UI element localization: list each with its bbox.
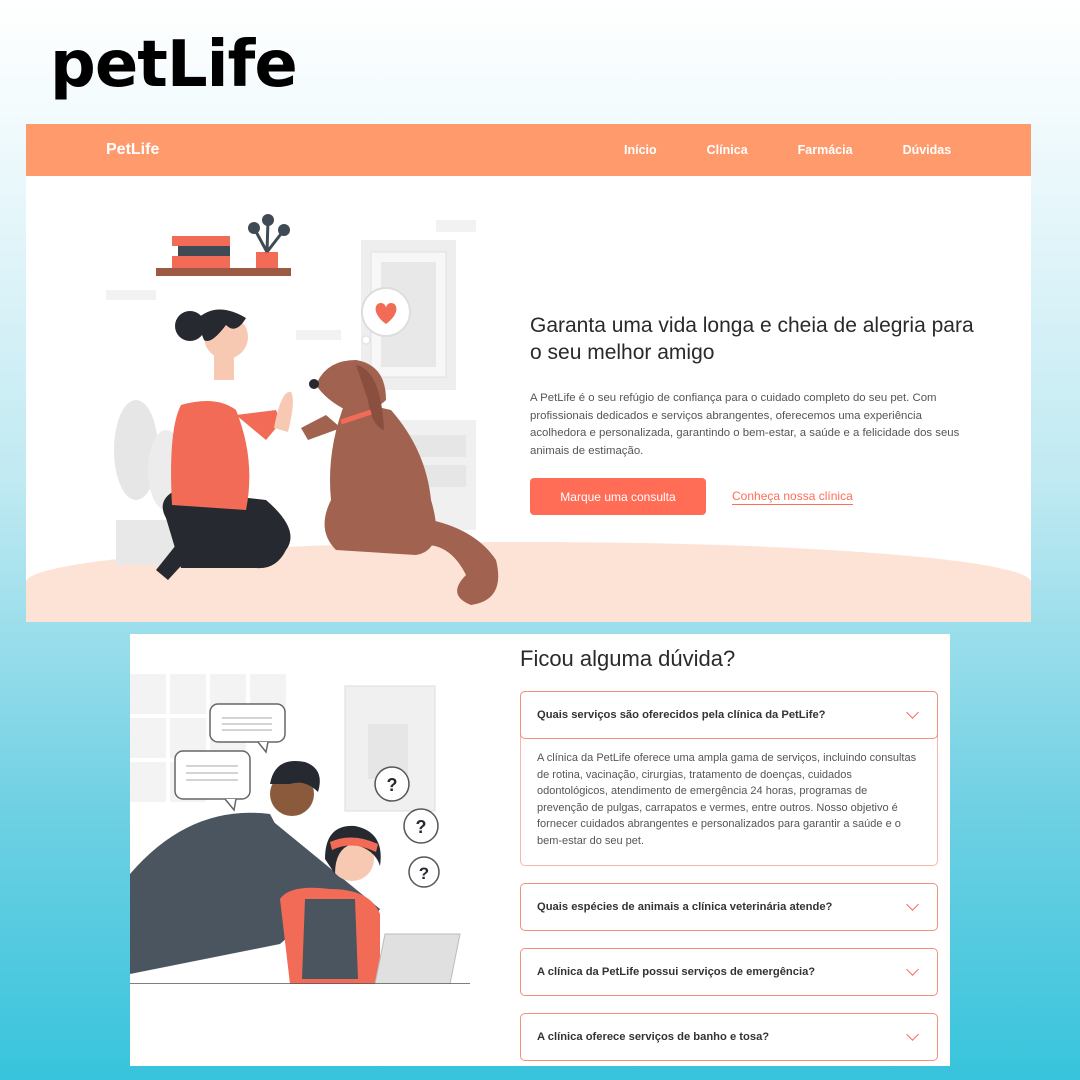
nav-link-clinica[interactable]: Clínica [707, 143, 748, 157]
chevron-down-icon [906, 1028, 919, 1041]
faq-question-toggle[interactable]: Quais serviços são oferecidos pela clíni… [520, 691, 938, 739]
faq-item: Quais espécies de animais a clínica vete… [520, 883, 938, 931]
faq-list: Quais serviços são oferecidos pela clíni… [520, 691, 938, 1066]
faq-answer-text: A clínica da PetLife oferece uma ampla g… [537, 752, 917, 847]
nav-link-duvidas[interactable]: Dúvidas [903, 143, 952, 157]
faq-item: A clínica da PetLife possui serviços de … [520, 948, 938, 996]
faq-question-toggle[interactable]: A clínica da PetLife possui serviços de … [521, 949, 937, 995]
faq-question-text: A clínica da PetLife possui serviços de … [537, 966, 816, 978]
chevron-down-icon [906, 898, 919, 911]
faq-title: Ficou alguma dúvida? [520, 646, 736, 671]
faq-question-toggle[interactable]: Quais espécies de animais a clínica vete… [521, 884, 937, 930]
hero-actions: Marque uma consulta Conheça nossa clínic… [530, 478, 980, 516]
chevron-down-icon [906, 963, 919, 976]
svg-text:?: ? [419, 864, 429, 883]
hero-description: A PetLife é o seu refúgio de confiança p… [530, 392, 960, 457]
svg-text:?: ? [416, 817, 427, 837]
know-clinic-link[interactable]: Conheça nossa clínica [732, 489, 853, 505]
woman-and-dog-illustration [106, 214, 499, 605]
faq-screenshot: ? ? ? Ficou alguma dúvida? Quais serviço… [130, 634, 950, 1066]
faq-question-text: Quais serviços são oferecidos pela clíni… [537, 709, 826, 721]
navbar: PetLife Início Clínica Farmácia Dúvidas [26, 124, 1031, 176]
nav-link-farmacia[interactable]: Farmácia [798, 143, 853, 157]
nav-link-inicio[interactable]: Início [624, 143, 657, 157]
faq-question-text: A clínica oferece serviços de banho e to… [537, 1031, 770, 1043]
svg-text:?: ? [387, 775, 398, 795]
faq-item: Quais serviços são oferecidos pela clíni… [520, 691, 938, 866]
people-with-laptop-illustration: ? ? ? [130, 674, 470, 984]
chevron-down-icon [906, 706, 919, 719]
faq-question-text: Quais espécies de animais a clínica vete… [537, 901, 833, 913]
brand-logo[interactable]: PetLife [106, 141, 159, 159]
book-appointment-button[interactable]: Marque uma consulta [530, 478, 706, 516]
hero-heading: Garanta uma vida longa e cheia de alegri… [530, 314, 974, 364]
landing-page-screenshot: PetLife Início Clínica Farmácia Dúvidas [26, 124, 1031, 622]
nav-links: Início Clínica Farmácia Dúvidas [624, 124, 1001, 176]
poster-title: petLife [50, 28, 298, 102]
faq-item: A clínica oferece serviços de banho e to… [520, 1013, 938, 1061]
faq-question-toggle[interactable]: A clínica oferece serviços de banho e to… [521, 1014, 937, 1060]
hero-text: Garanta uma vida longa e cheia de alegri… [530, 312, 980, 516]
